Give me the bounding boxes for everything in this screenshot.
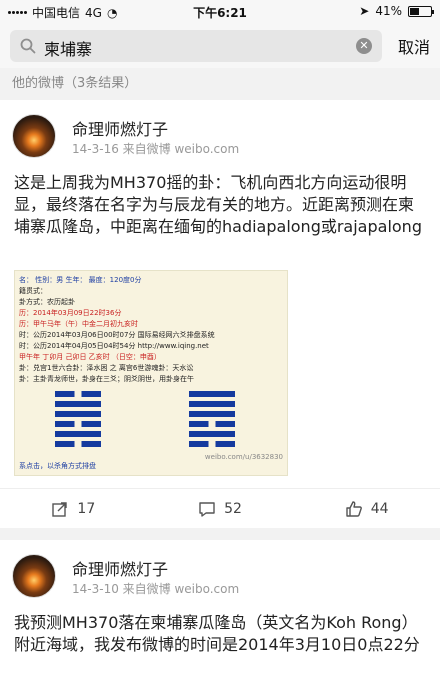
like-button[interactable]: 44	[293, 489, 440, 528]
post-meta: 14-3-16 来自微博 weibo.com	[72, 142, 240, 156]
location-icon: ➤	[359, 4, 370, 18]
image-line: 历：2014年03月09日22时36分	[19, 309, 122, 317]
status-bar: 中国电信 4G ◔ 下午6:21 ➤ 41%	[0, 0, 440, 22]
comment-icon	[199, 501, 215, 517]
image-line: 卦方式：农历起卦	[19, 298, 75, 306]
hexagram-right	[189, 391, 235, 451]
repost-button[interactable]: 17	[0, 489, 147, 528]
search-input[interactable]: 柬埔寨 ✕	[10, 30, 382, 62]
image-line: 籍贯式：	[19, 287, 47, 295]
image-line: 卦：兑宫1世六合卦：泽水困 之 离宫6世游魂卦：天水讼	[19, 364, 194, 372]
search-icon	[20, 38, 36, 54]
post-image[interactable]: 名： 性别：男 生年： 最度：120度0分 籍贯式： 卦方式：农历起卦 历：20…	[14, 270, 288, 476]
image-line: 时：公历2014年04月05日04时54分 http://www.iqing.n…	[19, 342, 209, 350]
avatar[interactable]	[12, 554, 56, 598]
repost-icon	[52, 501, 68, 517]
post-text: 我预测MH370落在柬埔寨瓜隆岛（英文名为Koh Rong）附近海域，我发布微博…	[14, 613, 420, 654]
post-card[interactable]: 命理师燃灯子 14-3-10 来自微博 weibo.com 我预测MH370落在…	[0, 540, 440, 691]
comment-button[interactable]: 52	[147, 489, 294, 528]
username[interactable]: 命理师燃灯子	[72, 556, 168, 580]
repost-count: 17	[77, 500, 96, 517]
cancel-button[interactable]: 取消	[398, 34, 430, 58]
post-text: 这是上周我为MH370摇的卦：飞机向西北方向运动很明显，最终落在名字为与辰龙有关…	[14, 173, 422, 236]
like-icon	[346, 500, 362, 517]
battery-icon	[408, 5, 434, 17]
battery-percent: 41%	[375, 4, 402, 18]
search-bar: 柬埔寨 ✕ 取消	[0, 22, 440, 68]
comment-count: 52	[224, 500, 242, 517]
image-watermark: weibo.com/u/3632830	[204, 453, 283, 461]
post-card[interactable]: 命理师燃灯子 14-3-16 来自微博 weibo.com 这是上周我为MH37…	[0, 100, 440, 528]
search-query: 柬埔寨	[44, 40, 93, 59]
like-count: 44	[370, 500, 389, 517]
clear-icon[interactable]: ✕	[356, 38, 372, 54]
section-label: 他的微博（3条结果）	[12, 76, 138, 91]
post-actions: 17 52 44	[0, 488, 440, 528]
avatar[interactable]	[12, 114, 56, 158]
username[interactable]: 命理师燃灯子	[72, 116, 168, 140]
post-meta: 14-3-10 来自微博 weibo.com	[72, 582, 240, 596]
image-line: 名： 性别：男 生年： 最度：120度0分	[19, 276, 142, 284]
image-footer: 系点击，以杀角方式排盘	[19, 462, 96, 470]
hexagram-left	[55, 391, 101, 451]
image-line: 历：甲午马年（午）中金二月初九亥时	[19, 320, 138, 328]
image-line: 甲午年 丁卯月 己卯日 乙亥时 （日空：申酉）	[19, 353, 161, 361]
image-line: 时：公历2014年03月06日00时07分 国际易经网六爻排盘系统	[19, 331, 215, 339]
image-line: 卦：主卦青龙师世，卦身在三爻；阴爻阴世，用卦身在午	[19, 375, 194, 383]
